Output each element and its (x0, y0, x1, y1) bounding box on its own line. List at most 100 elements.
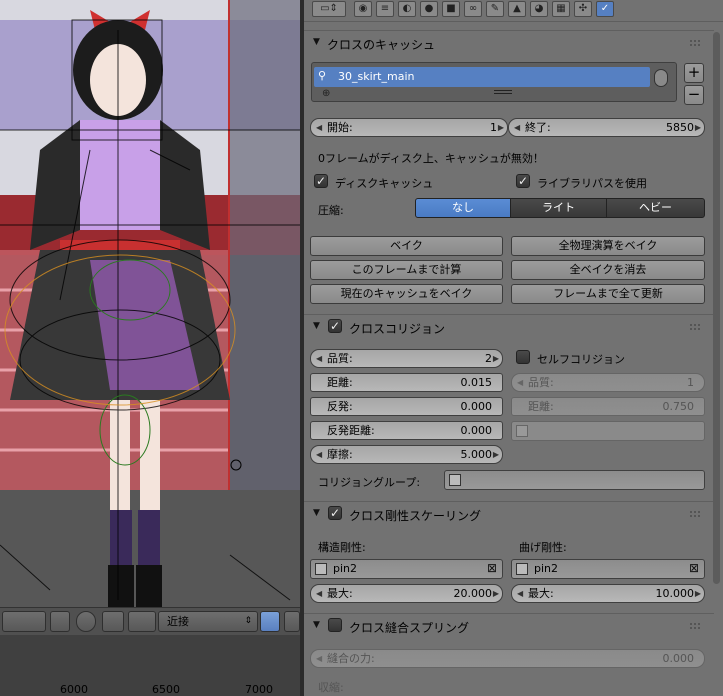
snap-icon[interactable] (50, 611, 70, 632)
snap-element-icon[interactable] (128, 611, 156, 632)
texture-tab-icon[interactable]: ▦ (552, 1, 570, 17)
section-title: クロスコリジョン (349, 322, 446, 336)
field-label: 反発: (327, 400, 353, 413)
data-tab-icon[interactable]: ▲ (508, 1, 526, 17)
decrement-arrow-icon[interactable]: ◀ (514, 119, 520, 136)
collapse-arrow-icon: ▼ (313, 37, 320, 47)
add-cache-button[interactable]: + (684, 63, 704, 83)
world-tab-icon[interactable]: ● (420, 1, 438, 17)
bending-max-field[interactable]: ◀ 最大: 10.000 ▶ (511, 584, 705, 603)
field-value: 1 (490, 121, 497, 134)
cloth-sewing-springs-header[interactable]: ▼ クロス縫合スプリング (304, 613, 714, 637)
collision-enable-checkbox[interactable] (328, 319, 342, 333)
collision-repel-field[interactable]: 反発: 0.000 (310, 397, 503, 416)
drag-grip-icon[interactable] (690, 511, 700, 517)
object-tab-icon[interactable]: ■ (442, 1, 460, 17)
increment-arrow-icon[interactable]: ▶ (695, 585, 701, 602)
cloth-stiffness-scaling-header[interactable]: ▼ クロス剛性スケーリング (304, 501, 714, 525)
render-preview-icon[interactable] (284, 611, 300, 632)
structural-max-field[interactable]: ◀ 最大: 20.000 ▶ (310, 584, 503, 603)
modifiers-tab-icon[interactable]: ✎ (486, 1, 504, 17)
vertex-group-icon (315, 563, 327, 575)
decrement-arrow-icon[interactable]: ◀ (316, 585, 322, 602)
collapse-arrow-icon: ▼ (313, 321, 320, 331)
editor-type-icon[interactable]: ▭⇕ (312, 1, 346, 17)
field-label: 最大: (327, 587, 353, 600)
clear-icon[interactable]: ⊠ (689, 561, 699, 575)
calculate-to-frame-button[interactable]: このフレームまで計算 (310, 260, 503, 280)
decrement-arrow-icon[interactable]: ◀ (517, 585, 523, 602)
decrement-arrow-icon[interactable]: ◀ (316, 119, 322, 136)
remove-cache-button[interactable]: − (684, 85, 704, 105)
increment-arrow-icon[interactable]: ▶ (498, 119, 504, 136)
cache-end-field[interactable]: ◀ 終了: 5850 ▶ (508, 118, 705, 137)
library-path-label: ライブラリパスを使用 (537, 177, 647, 190)
decrement-arrow-icon[interactable]: ◀ (316, 350, 322, 367)
snap-target-label: 近接 (167, 615, 189, 628)
snap-target-select[interactable]: 近接 ⇕ (158, 611, 258, 632)
constraints-tab-icon[interactable]: ∞ (464, 1, 482, 17)
compression-light-option[interactable]: ライト (510, 198, 607, 218)
physics-tab-icon[interactable]: ✓ (596, 1, 614, 17)
compression-none-option[interactable]: なし (415, 198, 511, 218)
bending-vertex-group-field[interactable]: pin2 ⊠ (511, 559, 705, 579)
viewport-header: 近接 ⇕ (0, 607, 300, 635)
library-path-checkbox[interactable] (516, 174, 530, 188)
drag-grip-icon[interactable] (690, 324, 700, 330)
structural-vertex-group-field[interactable]: pin2 ⊠ (310, 559, 503, 579)
collision-friction-field[interactable]: ◀ 摩擦: 5.000 ▶ (310, 445, 503, 464)
collision-quality-field[interactable]: ◀ 品質: 2 ▶ (310, 349, 503, 368)
self-collision-checkbox[interactable] (516, 350, 530, 364)
drag-grip-icon[interactable] (690, 40, 700, 46)
update-all-to-frame-button[interactable]: フレームまで全て更新 (511, 284, 705, 304)
compression-heavy-option[interactable]: ヘビー (606, 198, 705, 218)
scene-tab-icon[interactable]: ◐ (398, 1, 416, 17)
sewing-enable-checkbox[interactable] (328, 618, 342, 632)
stiffness-scaling-enable-checkbox[interactable] (328, 506, 342, 520)
particles-tab-icon[interactable]: ✣ (574, 1, 592, 17)
increment-arrow-icon[interactable]: ▶ (493, 446, 499, 463)
layers-tab-icon[interactable]: ≡ (376, 1, 394, 17)
disk-cache-checkbox[interactable] (314, 174, 328, 188)
collision-repel-distance-field[interactable]: 反発距離: 0.000 (310, 421, 503, 440)
bake-all-dynamics-button[interactable]: 全物理演算をベイク (511, 236, 705, 256)
collision-group-field[interactable] (444, 470, 705, 490)
free-all-bakes-button[interactable]: 全ベイクを消去 (511, 260, 705, 280)
snap-align-icon[interactable] (260, 611, 280, 632)
self-collision-distance-field: 距離: 0.750 (511, 397, 705, 416)
list-filter-icon[interactable]: ⊕ (322, 88, 330, 99)
panel-scrollbar[interactable] (713, 32, 720, 584)
cache-list-item[interactable]: ⚲ 30_skirt_main (314, 67, 650, 87)
cache-item-toggle-icon[interactable] (654, 69, 668, 87)
vertex-group-icon (516, 563, 528, 575)
decrement-arrow-icon[interactable]: ◀ (316, 446, 322, 463)
context-tab-bar: ▭⇕ ◉ ≡ ◐ ● ■ ∞ ✎ ▲ ◕ ▦ ✣ ✓ (304, 0, 723, 22)
cache-pin-icon: ⚲ (318, 69, 327, 82)
current-cache-to-bake-button[interactable]: 現在のキャッシュをベイク (310, 284, 503, 304)
3d-viewport[interactable]: 近接 ⇕ 6000 6500 7000 (0, 0, 300, 696)
proportional-icon[interactable] (76, 611, 96, 632)
vertex-group-name: pin2 (534, 562, 559, 575)
render-tab-icon[interactable]: ◉ (354, 1, 372, 17)
collapse-arrow-icon: ▼ (313, 508, 320, 518)
magnet-icon[interactable] (102, 611, 124, 632)
collision-distance-field[interactable]: 距離: 0.015 (310, 373, 503, 392)
increment-arrow-icon[interactable]: ▶ (493, 585, 499, 602)
pivot-button[interactable] (2, 611, 46, 632)
material-tab-icon[interactable]: ◕ (530, 1, 548, 17)
increment-arrow-icon[interactable]: ▶ (493, 350, 499, 367)
cloth-cache-header[interactable]: ▼ クロスのキャッシュ (304, 30, 714, 54)
drag-grip-icon[interactable] (690, 623, 700, 629)
vertex-group-name: pin2 (333, 562, 358, 575)
bending-stiffness-label: 曲げ剛性: (519, 541, 567, 554)
cache-item-name: 30_skirt_main (338, 70, 415, 83)
field-value: 2 (485, 352, 492, 365)
bake-button[interactable]: ベイク (310, 236, 503, 256)
cache-start-field[interactable]: ◀ 開始: 1 ▶ (310, 118, 508, 137)
clear-icon[interactable]: ⊠ (487, 561, 497, 575)
timeline[interactable]: 6000 6500 7000 (0, 635, 300, 696)
increment-arrow-icon[interactable]: ▶ (695, 119, 701, 136)
list-resize-grip-icon[interactable] (494, 90, 512, 94)
cloth-collision-header[interactable]: ▼ クロスコリジョン (304, 314, 714, 338)
cache-list[interactable]: ⚲ 30_skirt_main ⊕ (311, 62, 677, 102)
